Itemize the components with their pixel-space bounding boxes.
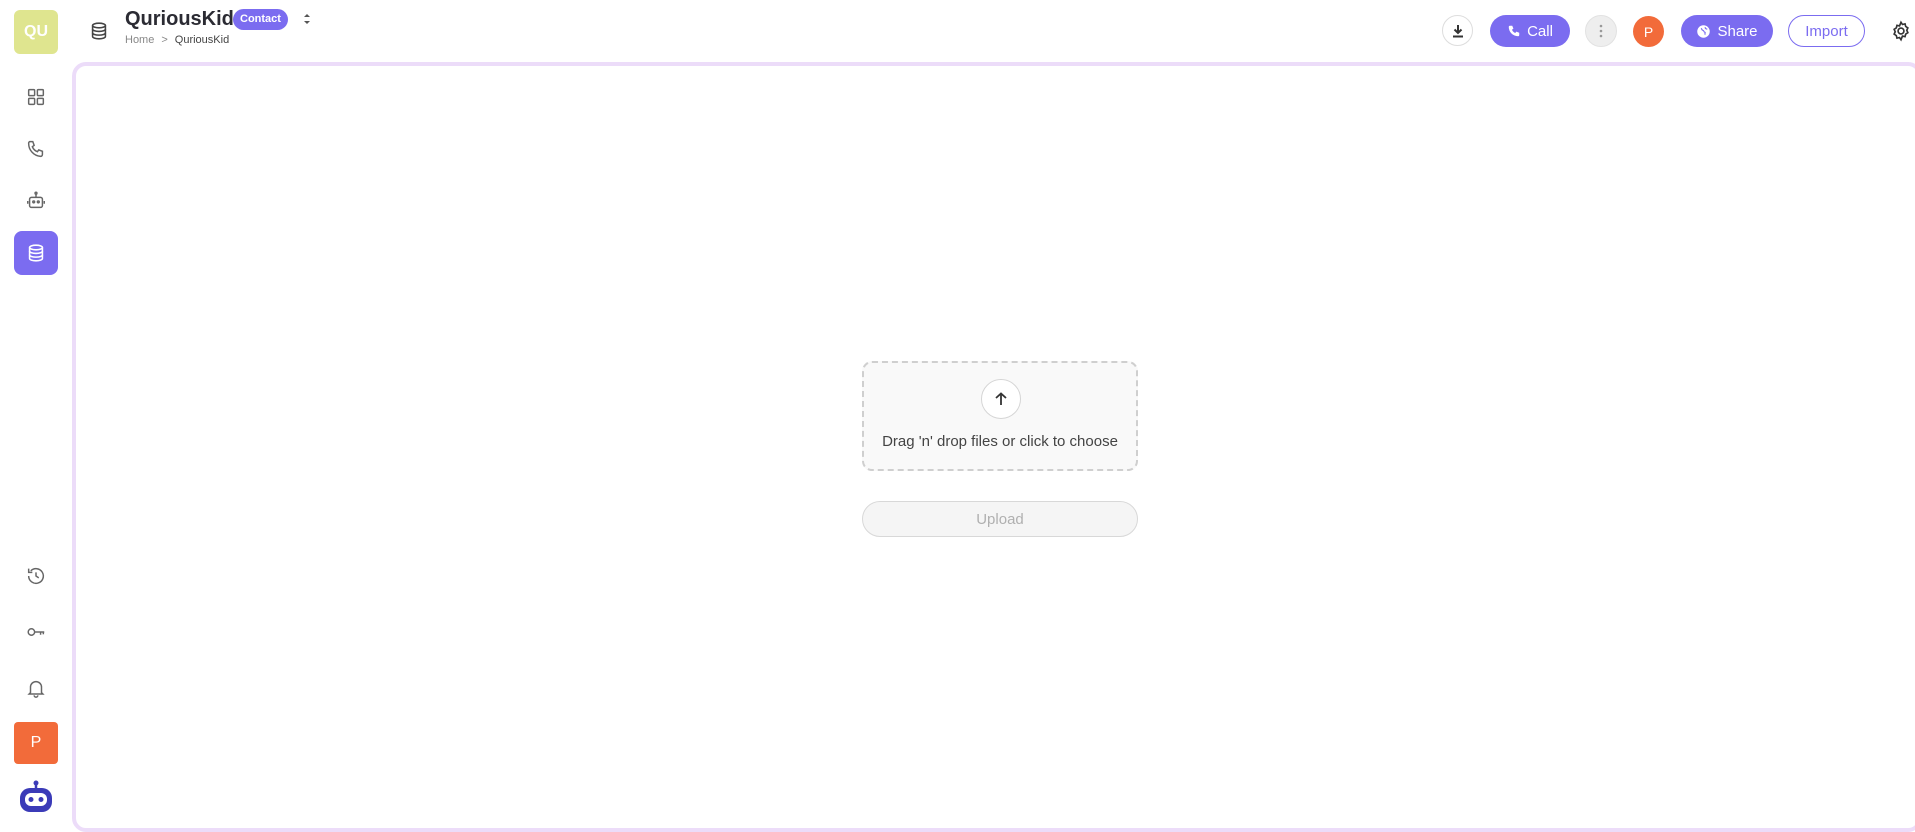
main-panel: Drag 'n' drop files or click to choose U… — [72, 62, 1915, 832]
bell-icon — [27, 680, 45, 698]
breadcrumb-home[interactable]: Home — [125, 34, 154, 46]
more-vertical-icon — [1599, 24, 1603, 38]
breadcrumb-current: QuriousKid — [174, 34, 230, 46]
database-icon — [28, 244, 44, 262]
call-button[interactable]: Call — [1490, 15, 1570, 47]
phone-icon — [1508, 25, 1520, 37]
database-icon — [91, 22, 107, 40]
history-icon — [27, 568, 45, 585]
file-dropzone[interactable]: Drag 'n' drop files or click to choose — [862, 361, 1138, 471]
upload-arrow-circle — [981, 379, 1021, 419]
dashboard-icon — [27, 88, 45, 106]
download-button[interactable] — [1442, 15, 1473, 46]
gear-icon — [1893, 20, 1909, 42]
arrow-up-icon — [995, 392, 1007, 405]
workspace-avatar[interactable]: QU — [14, 10, 58, 54]
globe-icon — [1697, 24, 1711, 38]
notifications-nav-button[interactable] — [14, 666, 58, 710]
dropzone-text: Drag 'n' drop files or click to choose — [882, 433, 1118, 450]
user-avatar[interactable]: P — [14, 722, 58, 764]
dashboard-nav-button[interactable] — [14, 75, 58, 119]
robot-icon — [27, 191, 45, 209]
share-button-label: Share — [1717, 22, 1758, 40]
share-button[interactable]: Share — [1681, 15, 1773, 47]
agents-nav-button[interactable] — [14, 179, 58, 223]
bot-logo-icon[interactable] — [18, 780, 54, 814]
api-keys-nav-button[interactable] — [14, 610, 58, 654]
page-title: QuriousKid — [125, 8, 234, 30]
history-nav-button[interactable] — [14, 554, 58, 598]
calls-nav-button[interactable] — [14, 127, 58, 171]
key-icon — [27, 628, 45, 636]
switch-chevron-icon[interactable] — [300, 11, 314, 27]
sidebar: QU P — [0, 0, 72, 818]
collaborator-avatar[interactable]: P — [1633, 16, 1664, 47]
knowledge-base-nav-button[interactable] — [14, 231, 58, 275]
phone-icon — [27, 140, 44, 158]
call-button-label: Call — [1527, 22, 1553, 40]
breadcrumb: Home > QuriousKid — [125, 34, 229, 46]
breadcrumb-separator: > — [161, 34, 168, 46]
import-button[interactable]: Import — [1788, 15, 1865, 47]
more-options-button[interactable] — [1585, 15, 1617, 47]
download-icon — [1452, 24, 1463, 37]
settings-button[interactable] — [1889, 19, 1913, 43]
header: QuriousKid Contact Home > QuriousKid Call … — [72, 0, 1915, 62]
type-badge: Contact — [233, 9, 288, 30]
upload-button[interactable]: Upload — [862, 501, 1138, 537]
